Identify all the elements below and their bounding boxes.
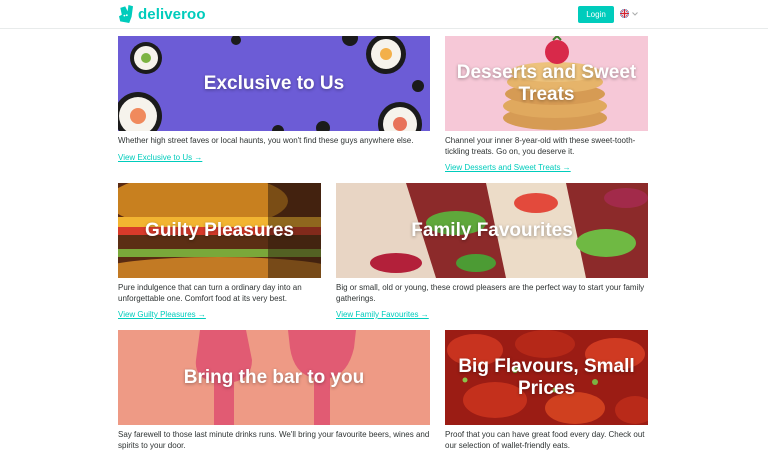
kangaroo-logo-icon xyxy=(119,5,133,23)
collection-title: Big Flavours, Small Prices xyxy=(458,355,635,399)
view-collection-link[interactable]: View Desserts and Sweet Treats → xyxy=(445,163,571,173)
collection-card: Family Favourites Big or small, old or y… xyxy=(336,183,648,322)
collection-banner-family[interactable]: Family Favourites xyxy=(336,183,648,278)
chevron-down-icon xyxy=(632,11,638,16)
collection-title: Desserts and Sweet Treats xyxy=(456,61,637,105)
collection-card: Guilty Pleasures Pure indulgence that ca… xyxy=(118,183,321,322)
collection-banner-desserts[interactable]: Desserts and Sweet Treats xyxy=(445,36,648,131)
collection-card: Exclusive to Us Whether high street fave… xyxy=(118,36,430,165)
collection-description: Big or small, old or young, these crowd … xyxy=(336,283,645,303)
collection-title: Guilty Pleasures xyxy=(145,219,294,241)
collection-card: Bring the bar to you Say farewell to tho… xyxy=(118,330,430,451)
collection-banner-big-flavours[interactable]: Big Flavours, Small Prices xyxy=(445,330,648,425)
uk-flag-icon xyxy=(620,9,629,18)
collection-banner-exclusive[interactable]: Exclusive to Us xyxy=(118,36,430,131)
deliveroo-logo[interactable]: deliveroo xyxy=(118,4,206,24)
collection-description: Channel your inner 8-year-old with these… xyxy=(445,136,636,156)
collection-card: Big Flavours, Small Prices Proof that yo… xyxy=(445,330,648,451)
view-collection-link[interactable]: View Exclusive to Us → xyxy=(118,153,202,163)
collection-title: Exclusive to Us xyxy=(203,72,345,94)
view-collection-link[interactable]: View Family Favourites → xyxy=(336,310,429,320)
collection-description: Whether high street faves or local haunt… xyxy=(118,136,414,145)
language-selector[interactable] xyxy=(620,9,638,18)
view-collection-link[interactable]: View Guilty Pleasures → xyxy=(118,310,206,320)
collection-description: Proof that you can have great food every… xyxy=(445,430,645,450)
collection-title: Bring the bar to you xyxy=(183,366,365,388)
top-header: deliveroo Login xyxy=(0,0,768,29)
collection-description: Pure indulgence that can turn a ordinary… xyxy=(118,283,302,303)
collection-card: Desserts and Sweet Treats Channel your i… xyxy=(445,36,648,175)
brand-name: deliveroo xyxy=(138,5,206,23)
login-button[interactable]: Login xyxy=(578,6,614,23)
collection-banner-guilty[interactable]: Guilty Pleasures xyxy=(118,183,321,278)
collection-description: Say farewell to those last minute drinks… xyxy=(118,430,430,450)
collection-title: Family Favourites xyxy=(411,219,573,241)
collection-banner-bar[interactable]: Bring the bar to you xyxy=(118,330,430,425)
